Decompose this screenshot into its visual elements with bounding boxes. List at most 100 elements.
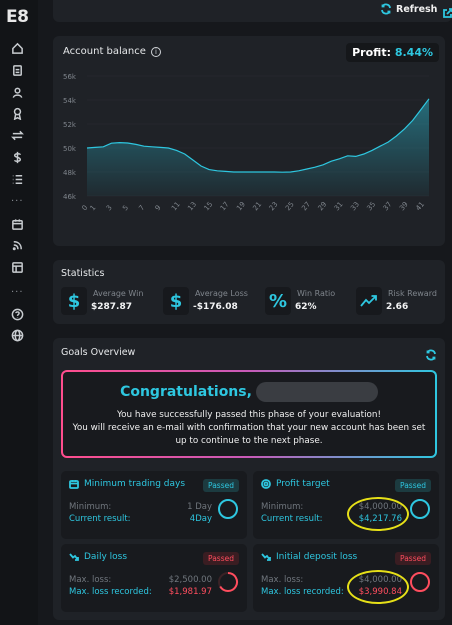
award-icon[interactable] bbox=[10, 106, 24, 120]
statistics-title: Statistics bbox=[61, 268, 105, 279]
goal-daily-loss: Daily loss Passed Max. loss: $2,500.00 M… bbox=[61, 544, 247, 612]
goal-row-minimum: Minimum: bbox=[69, 502, 111, 512]
x-tick-label: 3 bbox=[105, 204, 114, 213]
status-badge: Passed bbox=[203, 552, 239, 565]
status-badge: Passed bbox=[203, 479, 239, 492]
row-label: Max. loss: bbox=[69, 575, 112, 585]
x-tick-label: 29 bbox=[317, 200, 329, 212]
goal-profit-target: Profit target Passed Minimum: $4,000.00 … bbox=[253, 471, 439, 539]
list-icon[interactable] bbox=[10, 172, 24, 186]
status-badge: Passed bbox=[395, 552, 431, 565]
highlight-circle bbox=[347, 570, 409, 604]
stat-label: Win Ratio bbox=[297, 289, 336, 298]
home-icon[interactable] bbox=[10, 41, 24, 55]
stat-value: $287.87 bbox=[91, 302, 132, 312]
globe-icon[interactable] bbox=[10, 328, 24, 342]
separator-dots: ··· bbox=[11, 196, 24, 207]
goal-title: Daily loss bbox=[84, 552, 128, 562]
share-icon[interactable] bbox=[442, 4, 452, 18]
x-tick-label: 13 bbox=[186, 200, 198, 212]
x-tick-label: 1 bbox=[89, 204, 98, 213]
goal-title: Profit target bbox=[276, 479, 330, 489]
row-value: $2,500.00 bbox=[168, 575, 212, 585]
x-tick-label: 37 bbox=[382, 200, 394, 212]
stat-label: Risk Reward bbox=[388, 289, 437, 298]
row-value: $1,981.97 bbox=[168, 587, 212, 597]
calendar-icon bbox=[69, 480, 79, 489]
status-badge: Passed bbox=[395, 479, 431, 492]
row-label: Current result: bbox=[69, 514, 131, 524]
x-tick-label: 27 bbox=[300, 200, 312, 212]
profit-label: Profit: bbox=[352, 46, 391, 59]
x-tick-label: 5 bbox=[121, 204, 130, 213]
goal-heading: Initial deposit loss bbox=[261, 552, 357, 562]
stat-value: -$176.08 bbox=[193, 302, 238, 312]
x-tick-label: 35 bbox=[365, 200, 377, 212]
x-tick-label: 17 bbox=[219, 200, 231, 212]
layout-icon[interactable] bbox=[10, 260, 24, 274]
sidebar: E8 ··· ··· bbox=[0, 0, 38, 625]
refresh-button[interactable]: Refresh bbox=[380, 3, 437, 15]
progress-ring bbox=[217, 571, 239, 593]
goal-heading: Minimum trading days bbox=[69, 479, 185, 489]
row-value: 4Day bbox=[189, 514, 212, 524]
goal-initial-deposit-loss: Initial deposit loss Passed Max. loss: $… bbox=[253, 544, 439, 612]
goal-minimum-trading-days: Minimum trading days Passed Minimum: 1 D… bbox=[61, 471, 247, 539]
goal-title: Minimum trading days bbox=[84, 479, 186, 489]
progress-ring bbox=[217, 498, 239, 520]
profit-badge: Profit: 8.44% bbox=[346, 43, 439, 62]
congrats-line: up to continue to the next phase. bbox=[175, 436, 323, 446]
x-tick-label: 25 bbox=[284, 200, 296, 212]
y-tick-label: 56k bbox=[63, 73, 77, 81]
progress-ring bbox=[409, 498, 431, 520]
dollar-icon: $ bbox=[61, 287, 87, 315]
stat-value: 2.66 bbox=[386, 302, 409, 312]
stat-label: Average Loss bbox=[195, 289, 248, 298]
row-value: 1 Day bbox=[187, 502, 212, 512]
x-tick-label: 39 bbox=[398, 200, 410, 212]
goal-row-current: Current result: bbox=[261, 514, 323, 524]
goals-overview-card: Goals Overview Congratulations, You have… bbox=[53, 338, 445, 620]
refresh-label: Refresh bbox=[396, 3, 438, 15]
row-label: Max. loss recorded: bbox=[261, 587, 344, 597]
x-tick-label: 31 bbox=[333, 200, 345, 212]
row-label: Current result: bbox=[261, 514, 323, 524]
statistics-card: Statistics $ Average Win $287.87 $ Avera… bbox=[53, 260, 445, 324]
row-label: Minimum: bbox=[69, 502, 112, 512]
goals-refresh-icon[interactable] bbox=[425, 346, 437, 361]
goal-title: Initial deposit loss bbox=[276, 552, 358, 562]
info-icon[interactable]: i bbox=[150, 46, 161, 57]
x-tick-label: 41 bbox=[414, 200, 426, 212]
goal-row-recorded: Max. loss recorded: bbox=[261, 587, 344, 597]
goal-heading: Daily loss bbox=[69, 552, 127, 562]
calendar-icon[interactable] bbox=[10, 217, 24, 231]
y-tick-label: 54k bbox=[63, 97, 77, 105]
x-tick-label: 11 bbox=[170, 200, 182, 212]
app-logo[interactable]: E8 bbox=[6, 7, 29, 27]
stat-label: Average Win bbox=[93, 289, 144, 298]
document-icon[interactable] bbox=[10, 63, 24, 77]
redacted-name bbox=[255, 382, 378, 402]
account-balance-card: Account balance i Profit: 8.44% 56k 54k 5 2… bbox=[53, 36, 445, 246]
transfer-icon[interactable] bbox=[10, 128, 24, 142]
target-icon bbox=[261, 479, 271, 489]
x-tick-label: 19 bbox=[235, 200, 247, 212]
dollar-icon[interactable] bbox=[10, 150, 24, 164]
balance-chart: 56k54k52k50k48k46k0 1 3 5 7 9 11 13 15 17 19 21 23 25… bbox=[63, 73, 430, 213]
y-tick-label: 46k bbox=[63, 193, 77, 201]
congratulations-banner: Congratulations, You have successfully p… bbox=[61, 370, 437, 458]
congrats-heading: Congratulations, bbox=[63, 382, 435, 402]
dollar-icon: $ bbox=[163, 287, 189, 315]
stat-value: 62% bbox=[295, 302, 317, 312]
x-tick-label: 33 bbox=[349, 200, 361, 212]
balance-title: Account balance i bbox=[63, 46, 161, 57]
help-icon[interactable] bbox=[10, 307, 24, 321]
user-icon[interactable] bbox=[10, 85, 24, 99]
rss-icon[interactable] bbox=[10, 238, 24, 252]
goal-row-minimum: Minimum: bbox=[261, 502, 303, 512]
goal-heading: Profit target bbox=[261, 479, 330, 489]
y-tick-label: 50k bbox=[63, 145, 77, 153]
row-label: Max. loss recorded: bbox=[69, 587, 152, 597]
x-tick-label: 23 bbox=[268, 200, 280, 212]
trend-down-icon bbox=[261, 553, 271, 561]
